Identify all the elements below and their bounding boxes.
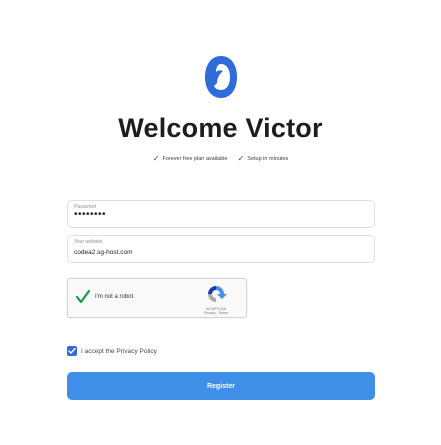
- website-value: codea2.sg-host.com: [74, 249, 133, 256]
- recaptcha-widget: I'm not a robot reCAPTCHA Privacy - Term…: [67, 278, 247, 318]
- website-field[interactable]: Your website codea2.sg-host.com: [67, 235, 375, 263]
- checkmark-icon: ✓: [152, 154, 160, 163]
- feature-item: ✓ Forever free plan available: [153, 155, 228, 163]
- recaptcha-label: I'm not a robot: [95, 294, 134, 300]
- page-title: Welcome Victor: [118, 113, 323, 143]
- brand-logo-icon: [205, 56, 237, 98]
- privacy-checkbox[interactable]: [67, 346, 77, 356]
- feature-list: ✓ Forever free plan available ✓ Setup in…: [0, 155, 441, 163]
- recaptcha-brand: reCAPTCHA Privacy - Terms: [196, 307, 236, 315]
- checkmark-icon: [68, 347, 76, 354]
- register-button[interactable]: Register: [67, 372, 375, 400]
- recaptcha-checkbox[interactable]: [76, 290, 90, 304]
- recaptcha-links[interactable]: Privacy - Terms: [196, 311, 236, 315]
- privacy-consent[interactable]: I accept the Privacy Policy: [67, 346, 157, 356]
- recaptcha-logo-icon: [208, 286, 227, 302]
- checkmark-icon: ✓: [237, 154, 245, 163]
- password-value: ••••••••: [74, 209, 107, 220]
- website-label: Your website: [74, 239, 103, 245]
- feature-label: Setup in minutes: [247, 156, 289, 162]
- privacy-label: I accept the Privacy Policy: [81, 347, 157, 355]
- password-field[interactable]: Password ••••••••: [67, 200, 375, 228]
- feature-item: ✓ Setup in minutes: [238, 155, 289, 163]
- feature-label: Forever free plan available: [162, 156, 228, 162]
